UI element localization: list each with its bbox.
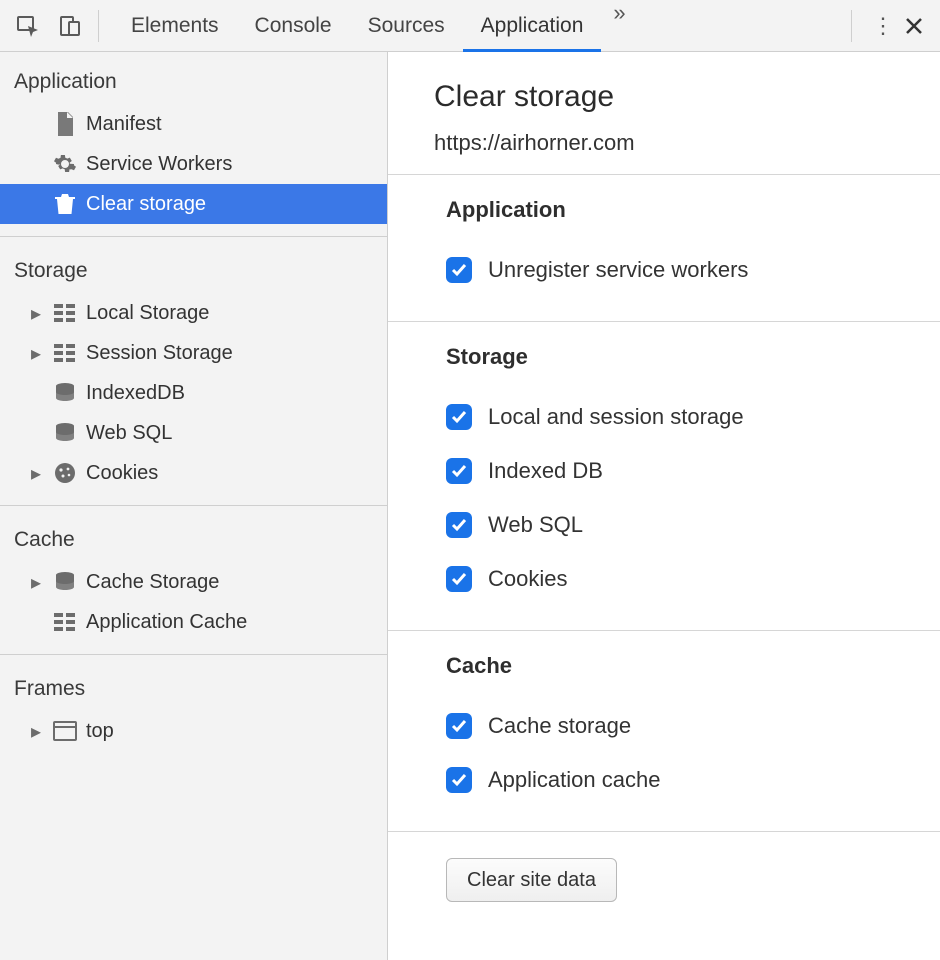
sidebar-item-cache-storage[interactable]: ▸ Cache Storage xyxy=(0,562,387,602)
checkbox-checked-icon[interactable] xyxy=(446,713,472,739)
section-title: Application xyxy=(388,197,940,243)
toolbar-separator xyxy=(851,10,852,42)
check-local-session-storage[interactable]: Local and session storage xyxy=(388,390,940,444)
database-icon xyxy=(52,380,78,406)
inspect-element-icon[interactable] xyxy=(14,12,42,40)
grid-icon xyxy=(52,609,78,635)
checkbox-checked-icon[interactable] xyxy=(446,257,472,283)
application-sidebar: Application ▸ Manifest ▸ Service Workers… xyxy=(0,52,388,960)
toolbar-right: ⋮ xyxy=(841,0,940,51)
section-title: Storage xyxy=(388,344,940,390)
sidebar-item-label: Web SQL xyxy=(86,422,172,445)
sidebar-item-label: Clear storage xyxy=(86,193,206,216)
sidebar-group-title: Frames xyxy=(0,655,387,711)
checkbox-checked-icon[interactable] xyxy=(446,458,472,484)
expand-icon[interactable]: ▸ xyxy=(28,570,44,595)
sidebar-item-local-storage[interactable]: ▸ Local Storage xyxy=(0,293,387,333)
grid-icon xyxy=(52,340,78,366)
clear-site-data-button[interactable]: Clear site data xyxy=(446,858,617,902)
check-label: Local and session storage xyxy=(488,404,744,430)
tab-application[interactable]: Application xyxy=(463,0,602,51)
sidebar-item-label: Local Storage xyxy=(86,302,209,325)
sidebar-item-label: Manifest xyxy=(86,113,162,136)
sidebar-item-session-storage[interactable]: ▸ Session Storage xyxy=(0,333,387,373)
tab-console[interactable]: Console xyxy=(237,0,350,51)
frame-icon xyxy=(52,718,78,744)
check-label: Unregister service workers xyxy=(488,257,748,283)
check-label: Application cache xyxy=(488,767,660,793)
check-unregister-service-workers[interactable]: Unregister service workers xyxy=(388,243,940,297)
sidebar-item-label: Session Storage xyxy=(86,342,233,365)
sidebar-item-frame-top[interactable]: ▸ top xyxy=(0,711,387,751)
database-icon xyxy=(52,569,78,595)
sidebar-group-title: Application xyxy=(0,52,387,104)
cookie-icon xyxy=(52,460,78,486)
check-label: Cookies xyxy=(488,566,567,592)
check-label: Web SQL xyxy=(488,512,583,538)
panel-header: Clear storage https://airhorner.com xyxy=(388,52,940,175)
expand-icon[interactable]: ▸ xyxy=(28,719,44,744)
sidebar-item-websql[interactable]: ▸ Web SQL xyxy=(0,413,387,453)
sidebar-item-label: Cookies xyxy=(86,462,158,485)
sidebar-item-label: Cache Storage xyxy=(86,571,219,594)
panel-url: https://airhorner.com xyxy=(434,130,940,156)
more-options-icon[interactable]: ⋮ xyxy=(862,13,904,39)
section-storage: Storage Local and session storage Indexe… xyxy=(388,322,940,631)
checkbox-checked-icon[interactable] xyxy=(446,767,472,793)
sidebar-item-indexeddb[interactable]: ▸ IndexedDB xyxy=(0,373,387,413)
tabs-overflow-icon[interactable]: » xyxy=(601,0,637,51)
panel-title: Clear storage xyxy=(434,80,940,114)
sidebar-item-cookies[interactable]: ▸ Cookies xyxy=(0,453,387,493)
trash-icon xyxy=(52,191,78,217)
checkbox-checked-icon[interactable] xyxy=(446,566,472,592)
checkbox-checked-icon[interactable] xyxy=(446,512,472,538)
sidebar-group-title: Cache xyxy=(0,506,387,562)
devtools-toolbar: Elements Console Sources Application » ⋮ xyxy=(0,0,940,52)
tab-sources[interactable]: Sources xyxy=(350,0,463,51)
section-cache: Cache Cache storage Application cache xyxy=(388,631,940,832)
check-cookies[interactable]: Cookies xyxy=(388,552,940,606)
grid-icon xyxy=(52,300,78,326)
sidebar-item-application-cache[interactable]: ▸ Application Cache xyxy=(0,602,387,642)
sidebar-item-service-workers[interactable]: ▸ Service Workers xyxy=(0,144,387,184)
file-icon xyxy=(52,111,78,137)
gear-icon xyxy=(52,151,78,177)
check-cache-storage[interactable]: Cache storage xyxy=(388,699,940,753)
check-indexed-db[interactable]: Indexed DB xyxy=(388,444,940,498)
sidebar-group-title: Storage xyxy=(0,237,387,293)
sidebar-item-clear-storage[interactable]: ▸ Clear storage xyxy=(0,184,387,224)
sidebar-item-label: top xyxy=(86,720,114,743)
section-application: Application Unregister service workers xyxy=(388,175,940,322)
checkbox-checked-icon[interactable] xyxy=(446,404,472,430)
sidebar-item-manifest[interactable]: ▸ Manifest xyxy=(0,104,387,144)
check-application-cache[interactable]: Application cache xyxy=(388,753,940,807)
check-label: Cache storage xyxy=(488,713,631,739)
sidebar-item-label: Application Cache xyxy=(86,611,247,634)
devtools-tabs: Elements Console Sources Application » xyxy=(113,0,638,51)
expand-icon[interactable]: ▸ xyxy=(28,301,44,326)
check-web-sql[interactable]: Web SQL xyxy=(388,498,940,552)
device-toolbar-icon[interactable] xyxy=(56,12,84,40)
check-label: Indexed DB xyxy=(488,458,603,484)
database-icon xyxy=(52,420,78,446)
clear-storage-panel: Clear storage https://airhorner.com Appl… xyxy=(388,52,940,960)
expand-icon[interactable]: ▸ xyxy=(28,341,44,366)
sidebar-item-label: Service Workers xyxy=(86,153,232,176)
sidebar-item-label: IndexedDB xyxy=(86,382,185,405)
close-devtools-icon[interactable] xyxy=(904,16,924,36)
button-row: Clear site data xyxy=(388,832,940,928)
tab-elements[interactable]: Elements xyxy=(113,0,237,51)
toolbar-separator xyxy=(98,10,99,42)
section-title: Cache xyxy=(388,653,940,699)
expand-icon[interactable]: ▸ xyxy=(28,461,44,486)
